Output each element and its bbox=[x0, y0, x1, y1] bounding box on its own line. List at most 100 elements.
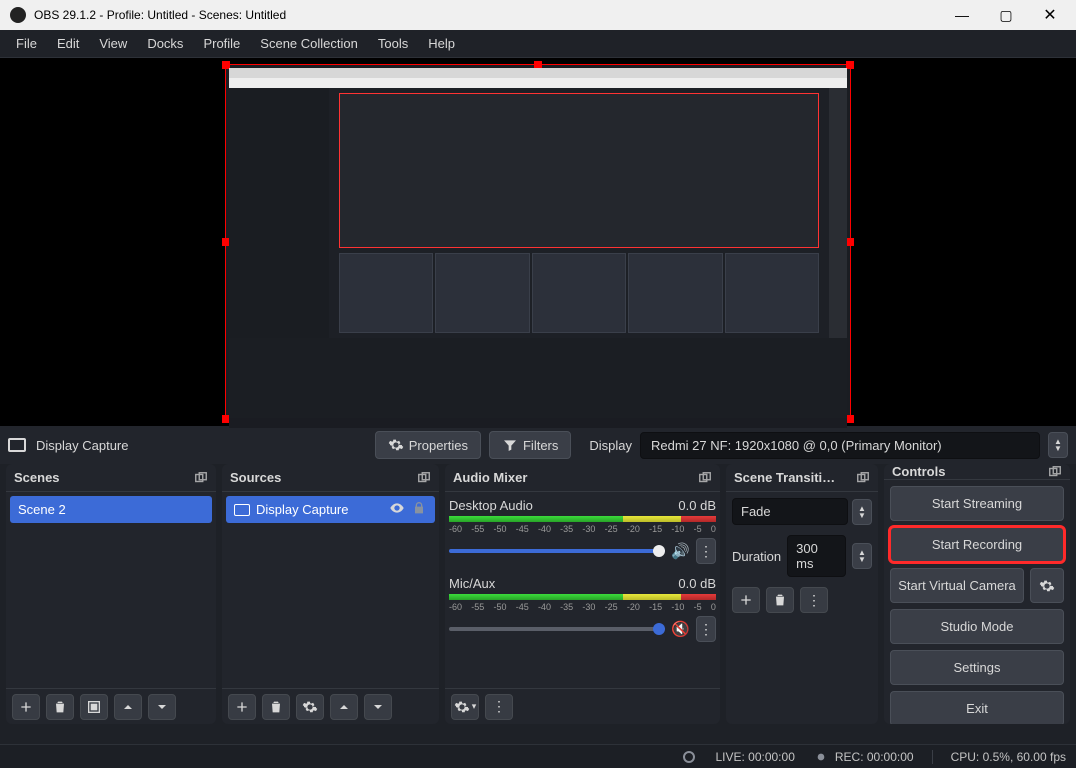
channel-name: Mic/Aux bbox=[449, 576, 678, 591]
transitions-body: Fade ▲▼ Duration 300 ms ▲▼ ⋮ bbox=[726, 492, 878, 619]
plus-icon bbox=[18, 699, 34, 715]
close-button[interactable]: ✕ bbox=[1028, 1, 1072, 29]
menu-edit[interactable]: Edit bbox=[47, 32, 89, 55]
sources-header: Sources bbox=[222, 464, 439, 492]
remove-source-button[interactable] bbox=[262, 694, 290, 720]
mixer-title: Audio Mixer bbox=[453, 470, 698, 485]
minimize-button[interactable]: — bbox=[940, 1, 984, 29]
channel-name: Desktop Audio bbox=[449, 498, 678, 513]
gear-icon bbox=[302, 699, 318, 715]
resize-handle-icon[interactable] bbox=[846, 415, 854, 423]
transition-select-spin[interactable]: ▲▼ bbox=[852, 499, 872, 525]
move-scene-up-button[interactable] bbox=[114, 694, 142, 720]
add-transition-button[interactable] bbox=[732, 587, 760, 613]
lock-icon bbox=[411, 500, 427, 516]
scenes-list[interactable]: Scene 2 bbox=[6, 492, 216, 688]
add-source-button[interactable] bbox=[228, 694, 256, 720]
plus-icon bbox=[234, 699, 250, 715]
display-select-spin[interactable]: ▲▼ bbox=[1048, 432, 1068, 458]
meter-ticks: -60-55-50-45-40-35-30-25-20-15-10-50 bbox=[449, 602, 716, 612]
chevron-down-icon bbox=[370, 699, 386, 715]
status-cpu: CPU: 0.5%, 60.00 fps bbox=[951, 750, 1066, 764]
scene-item[interactable]: Scene 2 bbox=[10, 496, 212, 523]
virtual-camera-settings-button[interactable] bbox=[1030, 568, 1064, 603]
plus-icon bbox=[738, 592, 754, 608]
maximize-button[interactable]: ▢ bbox=[984, 1, 1028, 29]
menu-help[interactable]: Help bbox=[418, 32, 465, 55]
undock-icon[interactable] bbox=[856, 471, 870, 485]
context-source-name: Display Capture bbox=[36, 438, 129, 453]
trash-icon bbox=[52, 699, 68, 715]
statusbar: LIVE: 00:00:00 REC: 00:00:00 CPU: 0.5%, … bbox=[0, 744, 1076, 768]
sources-dock: Sources Display Capture bbox=[222, 464, 439, 724]
speaker-muted-icon[interactable]: 🔇 bbox=[671, 620, 690, 638]
scene-grid-icon bbox=[86, 699, 102, 715]
volume-slider[interactable] bbox=[449, 627, 665, 631]
resize-handle-icon[interactable] bbox=[846, 238, 854, 246]
audio-meter bbox=[449, 594, 716, 600]
selected-source-frame[interactable] bbox=[225, 64, 851, 420]
display-label: Display bbox=[589, 438, 632, 453]
cpu-fps: CPU: 0.5%, 60.00 fps bbox=[951, 750, 1066, 764]
duration-spin[interactable]: ▲▼ bbox=[852, 543, 872, 569]
display-select-value: Redmi 27 NF: 1920x1080 @ 0,0 (Primary Mo… bbox=[651, 438, 942, 453]
transitions-header: Scene Transiti… bbox=[726, 464, 878, 492]
filters-button[interactable]: Filters bbox=[489, 431, 571, 459]
move-scene-down-button[interactable] bbox=[148, 694, 176, 720]
sources-footer bbox=[222, 688, 439, 724]
channel-menu-button[interactable]: ⋮ bbox=[696, 616, 716, 642]
eye-icon bbox=[389, 500, 405, 516]
visibility-toggle[interactable] bbox=[389, 500, 405, 519]
gear-icon bbox=[388, 437, 404, 453]
display-select[interactable]: Redmi 27 NF: 1920x1080 @ 0,0 (Primary Mo… bbox=[640, 432, 1040, 459]
sources-list[interactable]: Display Capture bbox=[222, 492, 439, 688]
status-live: LIVE: 00:00:00 bbox=[715, 750, 794, 764]
sources-title: Sources bbox=[230, 470, 417, 485]
menu-scene-collection[interactable]: Scene Collection bbox=[250, 32, 368, 55]
scene-filter-button[interactable] bbox=[80, 694, 108, 720]
duration-input[interactable]: 300 ms bbox=[787, 535, 846, 577]
start-streaming-button[interactable]: Start Streaming bbox=[890, 486, 1064, 521]
chevron-down-icon bbox=[154, 699, 170, 715]
start-virtual-camera-button[interactable]: Start Virtual Camera bbox=[890, 568, 1024, 603]
menu-view[interactable]: View bbox=[89, 32, 137, 55]
undock-icon[interactable] bbox=[417, 471, 431, 485]
mixer-header: Audio Mixer bbox=[445, 464, 720, 492]
properties-button[interactable]: Properties bbox=[375, 431, 481, 459]
lock-toggle[interactable] bbox=[411, 500, 427, 519]
channel-menu-button[interactable]: ⋮ bbox=[696, 538, 716, 564]
preview-canvas[interactable] bbox=[0, 58, 1076, 426]
undock-icon[interactable] bbox=[194, 471, 208, 485]
source-properties-button[interactable] bbox=[296, 694, 324, 720]
studio-mode-button[interactable]: Studio Mode bbox=[890, 609, 1064, 644]
settings-button[interactable]: Settings bbox=[890, 650, 1064, 685]
remove-transition-button[interactable] bbox=[766, 587, 794, 613]
resize-handle-icon[interactable] bbox=[846, 61, 854, 69]
mixer-menu-button[interactable]: ⋮ bbox=[485, 694, 513, 720]
menu-file[interactable]: File bbox=[6, 32, 47, 55]
divider bbox=[932, 750, 933, 764]
mixer-body: Desktop Audio 0.0 dB -60-55-50-45-40-35-… bbox=[445, 492, 720, 688]
source-item[interactable]: Display Capture bbox=[226, 496, 435, 523]
add-scene-button[interactable] bbox=[12, 694, 40, 720]
remove-scene-button[interactable] bbox=[46, 694, 74, 720]
volume-slider[interactable] bbox=[449, 549, 665, 553]
transitions-dock: Scene Transiti… Fade ▲▼ Duration 300 ms … bbox=[726, 464, 878, 724]
menu-tools[interactable]: Tools bbox=[368, 32, 418, 55]
undock-icon[interactable] bbox=[1048, 465, 1062, 479]
duration-value: 300 ms bbox=[796, 541, 837, 571]
transition-menu-button[interactable]: ⋮ bbox=[800, 587, 828, 613]
exit-button[interactable]: Exit bbox=[890, 691, 1064, 724]
controls-dock: Controls Start Streaming Start Recording… bbox=[884, 464, 1070, 724]
move-source-down-button[interactable] bbox=[364, 694, 392, 720]
mixer-settings-button[interactable]: ▾ bbox=[451, 694, 479, 720]
menu-docks[interactable]: Docks bbox=[137, 32, 193, 55]
undock-icon[interactable] bbox=[698, 471, 712, 485]
speaker-icon[interactable]: 🔊 bbox=[671, 542, 690, 560]
move-source-up-button[interactable] bbox=[330, 694, 358, 720]
source-context-toolbar: Display Capture Properties Filters Displ… bbox=[0, 426, 1076, 464]
start-recording-button[interactable]: Start Recording bbox=[890, 527, 1064, 562]
transition-select[interactable]: Fade bbox=[732, 498, 848, 525]
menu-profile[interactable]: Profile bbox=[193, 32, 250, 55]
properties-button-label: Properties bbox=[409, 438, 468, 453]
